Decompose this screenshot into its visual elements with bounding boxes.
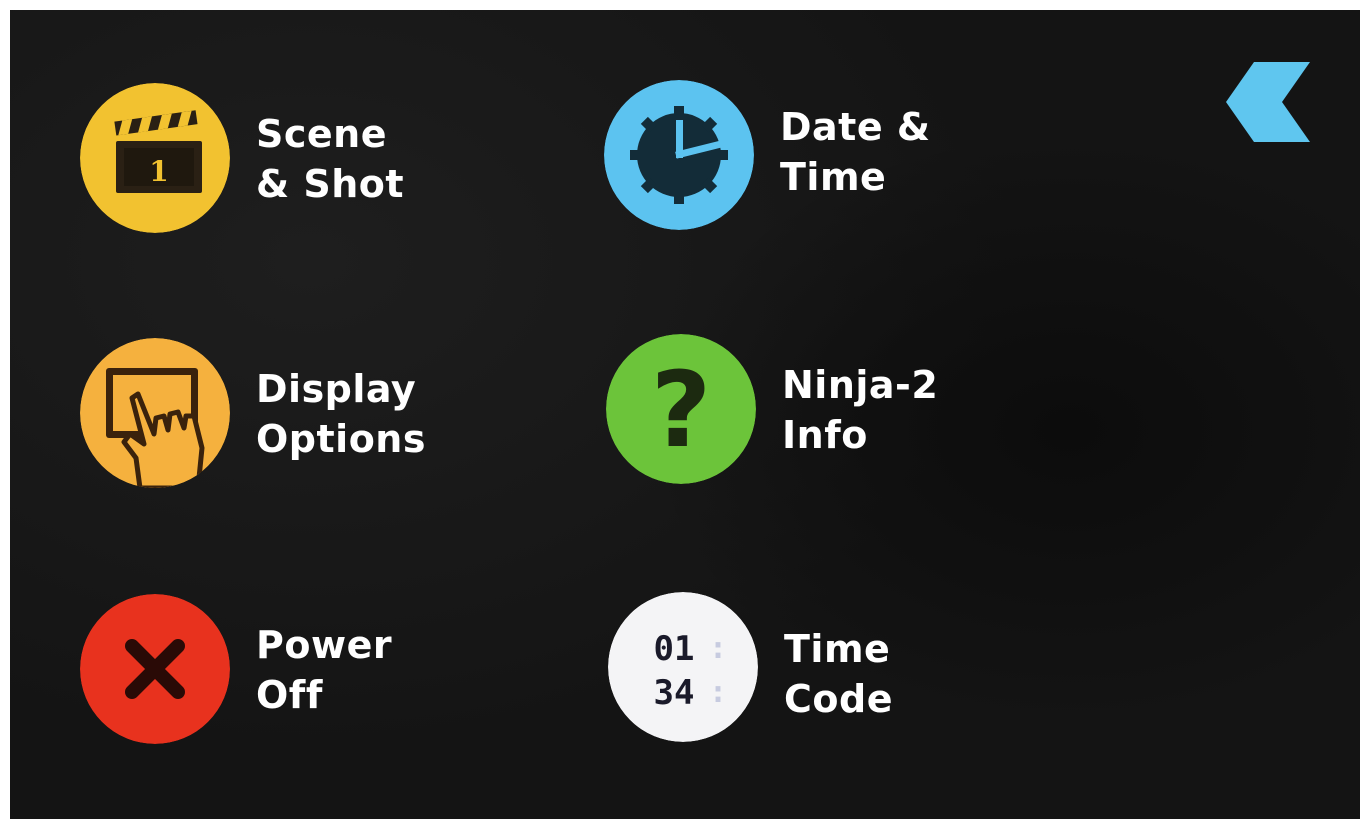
ninja-info-button[interactable]: ? Ninja-2 Info — [606, 334, 1066, 494]
back-button[interactable] — [1220, 62, 1310, 142]
power-off-button[interactable]: Power Off — [80, 594, 540, 754]
power-off-label-line1: Power — [256, 623, 393, 667]
question-glyph: ? — [651, 349, 711, 471]
question-mark-icon: ? — [606, 334, 756, 484]
date-time-button[interactable]: Date & Time — [604, 80, 1064, 240]
timecode-top: 01 — [654, 629, 695, 669]
date-time-label-line2: Time — [780, 155, 887, 199]
scene-shot-button[interactable]: 1 Scene & Shot — [80, 83, 540, 243]
clock-icon — [604, 80, 754, 230]
close-x-icon — [80, 594, 230, 744]
timecode-separator-top: : — [709, 631, 727, 666]
ninja-info-label-line2: Info — [782, 413, 868, 457]
scene-shot-label: Scene & Shot — [256, 109, 404, 209]
display-options-label-line2: Options — [256, 417, 426, 461]
ninja-info-label: Ninja-2 Info — [782, 360, 938, 460]
chevron-left-icon — [1226, 62, 1310, 142]
date-time-label-line1: Date & — [780, 105, 931, 149]
power-off-label: Power Off — [256, 620, 392, 720]
ninja-info-label-line1: Ninja-2 — [782, 363, 939, 407]
touch-hand-icon — [80, 338, 230, 488]
display-options-button[interactable]: Display Options — [80, 338, 540, 498]
scene-shot-label-line1: Scene — [256, 112, 387, 156]
display-options-label-line1: Display — [256, 367, 417, 411]
time-code-label-line2: Code — [784, 677, 893, 721]
time-code-label-line1: Time — [784, 627, 891, 671]
timecode-bottom: 34 — [654, 673, 695, 713]
clapper-number: 1 — [149, 155, 168, 188]
clapperboard-icon: 1 — [80, 83, 230, 233]
date-time-label: Date & Time — [780, 102, 931, 202]
time-code-button[interactable]: 01 34 : : Time Code — [608, 592, 1068, 752]
time-code-label: Time Code — [784, 624, 893, 724]
menu-screen: 1 Scene & Shot Date & Time Display Optio… — [10, 10, 1360, 819]
timecode-icon: 01 34 : : — [608, 592, 758, 742]
display-options-label: Display Options — [256, 364, 426, 464]
timecode-separator-bottom: : — [709, 675, 727, 710]
scene-shot-label-line2: & Shot — [256, 162, 405, 206]
power-off-label-line2: Off — [256, 673, 323, 717]
